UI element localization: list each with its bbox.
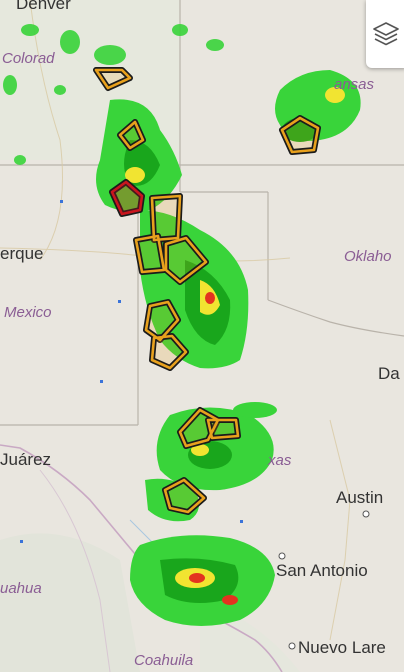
layers-button[interactable] — [366, 0, 404, 68]
city-dot-austin — [362, 510, 370, 518]
state-label-oklahoma: Oklaho — [344, 248, 392, 265]
city-label-san-antonio: San Antonio — [276, 561, 368, 580]
state-label-kansas: ansas — [334, 76, 375, 93]
state-label-coahuila: Coahuila — [134, 652, 194, 669]
state-label-colorado: Colorad — [2, 50, 55, 67]
state-label-new-mexico: Mexico — [4, 304, 52, 321]
city-label-nuevo-laredo: Nuevo Lare — [298, 638, 386, 657]
city-label-austin: Austin — [336, 488, 384, 507]
layers-icon — [373, 22, 399, 46]
warning-polygon-3[interactable] — [279, 115, 321, 155]
state-label-chihuahua: uahua — [0, 580, 42, 597]
city-label-dallas: Da — [378, 364, 400, 383]
city-label-denver: Denver — [16, 0, 71, 13]
radar-red-south-texas — [189, 573, 205, 583]
city-label-juarez: Juárez — [0, 450, 52, 469]
city-dot-san-antonio — [278, 552, 286, 560]
radar-map[interactable]: Denver Colorad ansas erque Oklaho Mexico… — [0, 0, 404, 672]
city-dot-nuevo-laredo — [288, 642, 296, 650]
state-label-texas: xas — [268, 452, 292, 469]
radar-red-panhandle — [205, 292, 215, 304]
city-label-albuquerque: erque — [0, 244, 44, 263]
radar-cell-west-texas-north — [233, 402, 277, 418]
radar-red-south-texas-2 — [222, 595, 238, 605]
